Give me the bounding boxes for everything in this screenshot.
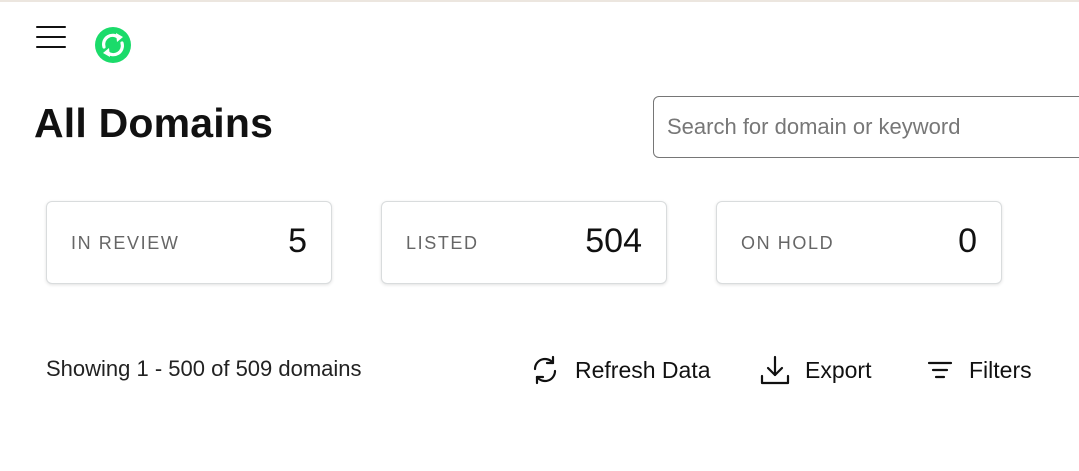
- stat-value: 0: [958, 222, 977, 260]
- download-icon: [759, 354, 791, 386]
- logo-icon[interactable]: [94, 26, 132, 64]
- page-title: All Domains: [34, 100, 274, 146]
- page: All Domains IN REVIEW 5 LISTED 504 ON HO…: [0, 0, 1079, 471]
- search-input[interactable]: [653, 96, 1079, 158]
- stat-card-in-review[interactable]: IN REVIEW 5: [46, 201, 332, 284]
- filter-lines-icon: [925, 354, 955, 386]
- stat-label: LISTED: [406, 233, 479, 253]
- refresh-data-label: Refresh Data: [575, 356, 711, 383]
- filters-label: Filters: [969, 356, 1032, 383]
- stat-value: 5: [288, 222, 307, 260]
- stat-card-listed[interactable]: LISTED 504: [381, 201, 667, 284]
- filters-button[interactable]: Filters: [925, 350, 1032, 390]
- stat-card-on-hold[interactable]: ON HOLD 0: [716, 201, 1002, 284]
- stat-value: 504: [585, 222, 642, 260]
- results-count-text: Showing 1 - 500 of 509 domains: [46, 356, 362, 381]
- export-button[interactable]: Export: [759, 350, 871, 390]
- stat-label: ON HOLD: [741, 233, 835, 253]
- refresh-icon: [529, 354, 561, 386]
- hamburger-menu-icon[interactable]: [36, 24, 68, 50]
- refresh-data-button[interactable]: Refresh Data: [529, 350, 711, 390]
- export-label: Export: [805, 356, 872, 383]
- stat-label: IN REVIEW: [71, 233, 180, 253]
